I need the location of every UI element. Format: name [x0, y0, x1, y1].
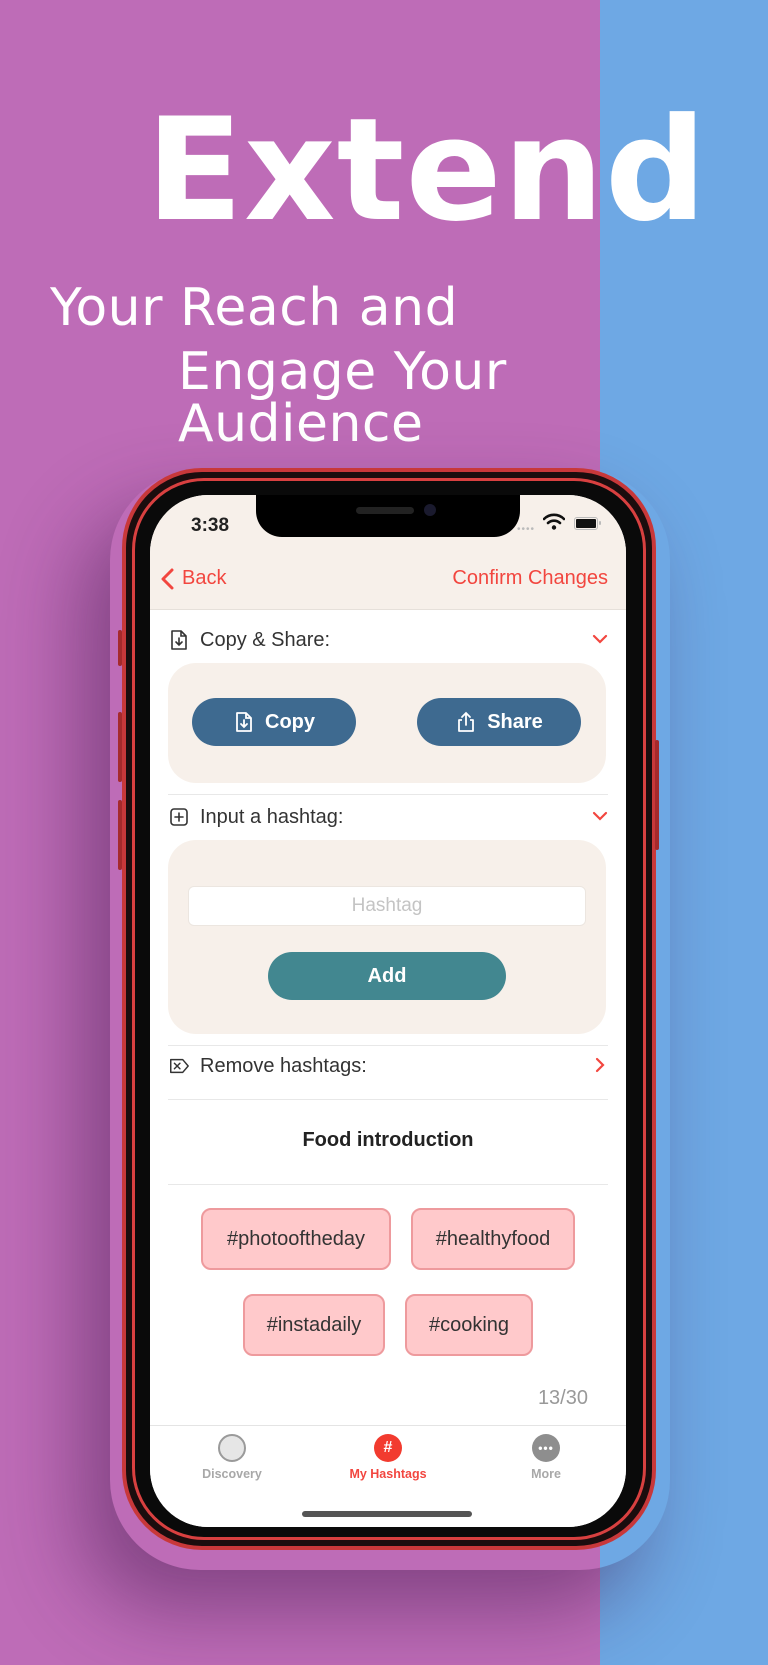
- divider: [168, 794, 608, 795]
- tab-label: Discovery: [202, 1467, 262, 1481]
- chevron-down-icon: [592, 811, 608, 821]
- phone-power-button: [655, 740, 659, 850]
- home-indicator[interactable]: [302, 1511, 472, 1517]
- tab-label: More: [531, 1467, 561, 1481]
- circle-icon: [218, 1434, 246, 1462]
- document-download-icon: [171, 630, 187, 650]
- delete-tag-icon: [170, 1058, 189, 1074]
- section-title-input: Input a hashtag:: [200, 805, 344, 828]
- copy-share-panel: Copy Share: [168, 663, 606, 783]
- section-header-remove[interactable]: Remove hashtags:: [168, 1051, 608, 1081]
- section-title-remove: Remove hashtags:: [200, 1054, 367, 1077]
- share-button[interactable]: Share: [417, 698, 581, 746]
- back-button[interactable]: Back: [160, 567, 226, 590]
- chevron-left-icon: [161, 568, 174, 589]
- back-label: Back: [182, 567, 227, 589]
- chevron-down-icon: [592, 634, 608, 644]
- more-icon: •••: [532, 1434, 560, 1462]
- hashtag-input[interactable]: [188, 886, 586, 926]
- promo-subline-1: Your Reach and: [50, 278, 459, 338]
- notch: [256, 495, 520, 537]
- hashtag-chip[interactable]: #cooking: [405, 1294, 533, 1356]
- tab-my-hashtags[interactable]: # My Hashtags: [318, 1434, 458, 1481]
- phone-volume-up: [118, 712, 122, 782]
- promo-subline-2: Engage Your Audience: [178, 342, 507, 454]
- hashtag-set-title: Food introduction: [302, 1129, 474, 1151]
- copy-label: Copy: [265, 710, 315, 733]
- signal-icon: ••••: [517, 524, 536, 535]
- chevron-right-icon: [595, 1057, 605, 1073]
- hashtag-chip[interactable]: #photooftheday: [201, 1208, 391, 1270]
- battery-icon: [574, 517, 598, 530]
- navigation-bar: 3:38 •••• Back Confirm Changes: [150, 495, 626, 610]
- tab-label: My Hashtags: [349, 1467, 427, 1481]
- battery-cap: [599, 521, 601, 525]
- divider: [168, 1099, 608, 1100]
- wifi-icon: [543, 513, 565, 530]
- add-label: Add: [367, 964, 407, 987]
- copy-button[interactable]: Copy: [192, 698, 356, 746]
- plus-square-icon: [170, 808, 188, 826]
- tab-more[interactable]: ••• More: [476, 1434, 616, 1481]
- hashtag-counter: 13/30: [537, 1387, 588, 1409]
- section-header-copy-share[interactable]: Copy & Share:: [168, 625, 608, 655]
- document-download-icon: [236, 712, 252, 732]
- phone-screen: 3:38 •••• Back Confirm Changes Copy & Sh…: [150, 495, 626, 1527]
- confirm-changes-button[interactable]: Confirm Changes: [452, 567, 608, 590]
- section-header-input[interactable]: Input a hashtag:: [168, 802, 608, 832]
- promo-headline: Extend: [146, 88, 708, 253]
- hashtag-chip[interactable]: #healthyfood: [411, 1208, 575, 1270]
- phone-mute-switch: [118, 630, 122, 666]
- hashtag-icon: #: [374, 1434, 402, 1462]
- hashtag-chip[interactable]: #instadaily: [243, 1294, 385, 1356]
- tab-discovery[interactable]: Discovery: [162, 1434, 302, 1481]
- share-label: Share: [487, 710, 543, 733]
- add-button[interactable]: Add: [268, 952, 506, 1000]
- phone-volume-down: [118, 800, 122, 870]
- status-time: 3:38: [191, 515, 230, 536]
- section-title-copy-share: Copy & Share:: [200, 628, 331, 651]
- divider: [168, 1045, 608, 1046]
- speaker-grille: [356, 507, 414, 514]
- share-icon: [458, 711, 475, 732]
- front-camera: [424, 504, 436, 516]
- divider: [168, 1184, 608, 1185]
- input-panel: Add: [168, 840, 606, 1034]
